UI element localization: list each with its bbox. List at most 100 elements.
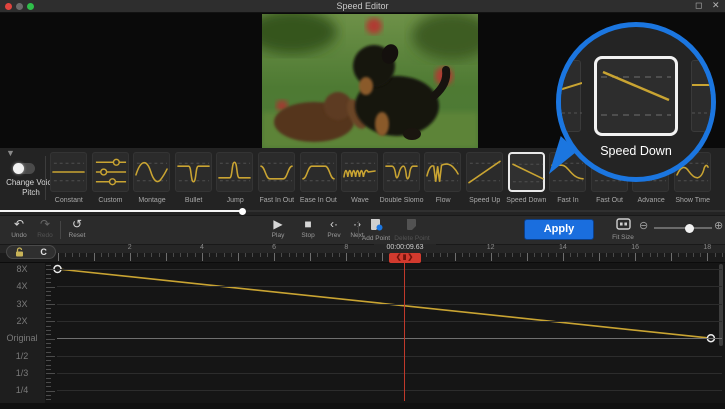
ruler-label-14: 14 bbox=[559, 244, 567, 251]
ruler-major-tick bbox=[346, 253, 347, 261]
window-bottom-edge bbox=[0, 403, 725, 409]
apply-button[interactable]: Apply bbox=[524, 219, 594, 240]
mini-ruler-tick bbox=[46, 395, 51, 396]
gridline-1-3 bbox=[57, 373, 722, 374]
ruler-minor-tick bbox=[642, 253, 643, 257]
ruler-label-6: 6 bbox=[272, 244, 276, 251]
ruler-minor-tick bbox=[252, 253, 253, 257]
ruler-minor-tick bbox=[505, 253, 506, 257]
ruler-major-tick bbox=[707, 253, 708, 261]
close-icon[interactable]: ✕ bbox=[712, 0, 720, 11]
preset-scrollbar-fill bbox=[0, 210, 242, 212]
mini-ruler-tick bbox=[46, 360, 51, 361]
ruler-minor-tick bbox=[72, 253, 73, 257]
ruler-minor-tick bbox=[469, 253, 470, 257]
ruler-minor-tick bbox=[195, 253, 196, 257]
ruler-minor-tick bbox=[548, 253, 549, 257]
play-icon: ▶ bbox=[261, 218, 295, 231]
ruler-major-tick bbox=[166, 253, 167, 261]
ruler-minor-tick bbox=[498, 253, 499, 257]
voice-pitch-toggle[interactable] bbox=[13, 163, 35, 174]
ruler-minor-tick bbox=[657, 253, 658, 257]
ruler-minor-tick bbox=[433, 253, 434, 257]
ruler-minor-tick bbox=[585, 253, 586, 257]
magnifier-callout: Speed Down bbox=[556, 22, 716, 182]
ruler-minor-tick bbox=[151, 253, 152, 257]
mini-ruler-tick bbox=[46, 347, 51, 348]
mini-ruler-tick bbox=[46, 295, 51, 296]
video-preview bbox=[262, 14, 478, 148]
ruler-minor-tick bbox=[339, 253, 340, 257]
wave-curve bbox=[341, 152, 378, 192]
ruler-minor-tick bbox=[592, 253, 593, 257]
ruler-major-tick bbox=[491, 253, 492, 261]
custom-sliders bbox=[92, 152, 129, 192]
ruler-major-tick bbox=[599, 253, 600, 261]
preset-scrollbar-knob[interactable] bbox=[239, 208, 246, 215]
redo-button[interactable]: ↷ Redo bbox=[28, 218, 62, 239]
zoom-slider-knob[interactable] bbox=[685, 224, 694, 233]
unlock-icon[interactable] bbox=[15, 247, 24, 257]
speed-up-curve bbox=[466, 152, 503, 192]
fast-in-out-curve bbox=[258, 152, 295, 192]
mini-ruler-tick bbox=[46, 330, 51, 331]
gridline-original bbox=[57, 338, 722, 339]
mini-ruler-tick bbox=[46, 278, 51, 279]
mini-ruler-tick bbox=[46, 339, 55, 340]
ruler-minor-tick bbox=[101, 253, 102, 257]
collapse-caret-icon[interactable]: ▼ bbox=[6, 148, 15, 158]
ruler-minor-tick bbox=[715, 253, 716, 257]
ruler-minor-tick bbox=[722, 253, 723, 257]
play-button[interactable]: ▶ Play bbox=[261, 218, 295, 239]
gridline-3x bbox=[57, 304, 722, 305]
mini-ruler-tick bbox=[46, 399, 51, 400]
mini-ruler-tick bbox=[46, 317, 51, 318]
ruler-minor-tick bbox=[541, 253, 542, 257]
ruler-minor-tick bbox=[650, 253, 651, 257]
ruler-minor-tick bbox=[86, 253, 87, 257]
fit-size-button[interactable]: Fit Size bbox=[606, 218, 640, 241]
zoom-slider-track[interactable] bbox=[654, 227, 712, 229]
vertical-scrollbar[interactable] bbox=[719, 264, 723, 346]
ease-in-out-curve bbox=[300, 152, 337, 192]
ruler-minor-tick bbox=[224, 253, 225, 257]
zoom-in-icon[interactable]: ⊕ bbox=[714, 219, 723, 232]
jump-curve bbox=[216, 152, 253, 192]
ruler-minor-tick bbox=[216, 253, 217, 257]
ruler-minor-tick bbox=[700, 253, 701, 257]
ruler-minor-tick bbox=[173, 253, 174, 257]
ruler-minor-tick bbox=[375, 253, 376, 257]
reset-icon: ↺ bbox=[60, 218, 94, 231]
playhead-line bbox=[404, 262, 405, 401]
delete-point-button[interactable]: Delete Point bbox=[390, 218, 434, 242]
mini-ruler-tick bbox=[46, 386, 51, 387]
fit-size-icon bbox=[606, 218, 640, 233]
speed-label-3x: 3X bbox=[0, 299, 44, 309]
curve-mode-icon[interactable]: C bbox=[40, 248, 47, 257]
ruler-minor-tick bbox=[440, 253, 441, 257]
mini-ruler-tick bbox=[46, 321, 55, 322]
titlebar: Speed Editor ◻ ✕ bbox=[0, 0, 725, 13]
lock-curve-pill: C bbox=[6, 245, 56, 259]
ruler-minor-tick bbox=[361, 253, 362, 257]
ruler-minor-tick bbox=[426, 253, 427, 257]
maximize-icon[interactable]: ◻ bbox=[695, 0, 702, 11]
playhead-timestamp: 00:00:09.63 bbox=[374, 244, 436, 251]
playhead-marker[interactable]: ❮▮❯ bbox=[389, 253, 421, 263]
ruler-major-tick bbox=[527, 253, 528, 261]
ruler-minor-tick bbox=[65, 253, 66, 257]
gridline-1-2 bbox=[57, 356, 722, 357]
bullet-curve bbox=[175, 152, 212, 192]
ruler-minor-tick bbox=[534, 253, 535, 257]
reset-button[interactable]: ↺ Reset bbox=[60, 218, 94, 239]
ruler-minor-tick bbox=[159, 253, 160, 257]
mini-ruler-tick bbox=[46, 352, 51, 353]
speed-curve-graph[interactable]: 8X4X3X2XOriginal1/21/31/4 bbox=[0, 263, 725, 403]
ruler-minor-tick bbox=[664, 253, 665, 257]
timeline-ruler[interactable] bbox=[0, 253, 725, 263]
ruler-minor-tick bbox=[122, 253, 123, 257]
ruler-minor-tick bbox=[231, 253, 232, 257]
ruler-label-8: 8 bbox=[344, 244, 348, 251]
zoom-out-icon[interactable]: ⊖ bbox=[639, 219, 648, 232]
speed-curve[interactable] bbox=[0, 263, 725, 403]
